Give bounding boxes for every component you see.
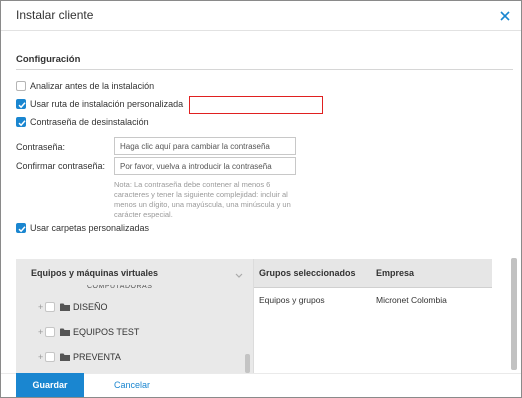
expand-icon[interactable]: + [38,351,43,363]
section-divider [16,69,513,70]
password-label: Contraseña: [16,142,66,152]
table-cell-group: Equipos y grupos [259,295,325,305]
tree-scrollbar[interactable] [245,354,250,373]
dialog-title: Instalar cliente [16,8,94,22]
folder-icon [60,328,70,338]
folder-icon [60,353,70,363]
confirm-password-label: Confirmar contraseña: [16,161,106,171]
tree-item-label: DISEÑO [73,302,108,312]
analyze-before-install-label: Analizar antes de la instalación [30,81,155,91]
dialog-scrollbar[interactable] [511,258,517,370]
save-button[interactable]: Guardar [16,373,84,397]
custom-path-checkbox[interactable] [16,99,26,109]
dialog-header: Instalar cliente [1,1,521,31]
analyze-before-install-checkbox[interactable] [16,81,26,91]
tree-item-checkbox[interactable] [45,352,55,362]
tree-item-checkbox[interactable] [45,302,55,312]
install-client-dialog: Instalar cliente Configuración Analizar … [0,0,522,398]
column-header-company: Empresa [376,268,415,278]
column-header-groups: Grupos seleccionados [259,268,356,278]
confirm-password-input[interactable] [114,157,296,175]
uninstall-password-checkbox[interactable] [16,117,26,127]
uninstall-password-label: Contraseña de desinstalación [30,117,149,127]
tree-item-label: PREVENTA [73,352,121,362]
custom-folders-checkbox[interactable] [16,223,26,233]
tree-title: Equipos y máquinas virtuales [31,268,159,278]
chevron-down-icon[interactable] [235,271,243,281]
machines-tree-panel: Equipos y máquinas virtuales COMPUTADORA… [16,259,253,373]
custom-path-input[interactable] [189,96,323,114]
cancel-button[interactable]: Cancelar [104,373,160,397]
custom-path-label: Usar ruta de instalación personalizada [30,99,184,109]
selected-groups-header: Grupos seleccionados Empresa [254,259,492,287]
tree-item-label: EQUIPOS TEST [73,327,140,337]
close-icon[interactable] [498,9,512,23]
table-header-divider [254,287,492,288]
password-input[interactable] [114,137,296,155]
table-cell-company: Micronet Colombia [376,295,447,305]
expand-icon[interactable]: + [38,301,43,313]
tree-item-checkbox[interactable] [45,327,55,337]
section-title: Configuración [16,54,81,65]
custom-folders-label: Usar carpetas personalizadas [30,223,150,233]
tree-item-partial: COMPUTADORAS [87,285,152,288]
folder-icon [60,303,70,313]
expand-icon[interactable]: + [38,326,43,338]
password-note: Nota: La contraseña debe contener al men… [114,180,291,219]
